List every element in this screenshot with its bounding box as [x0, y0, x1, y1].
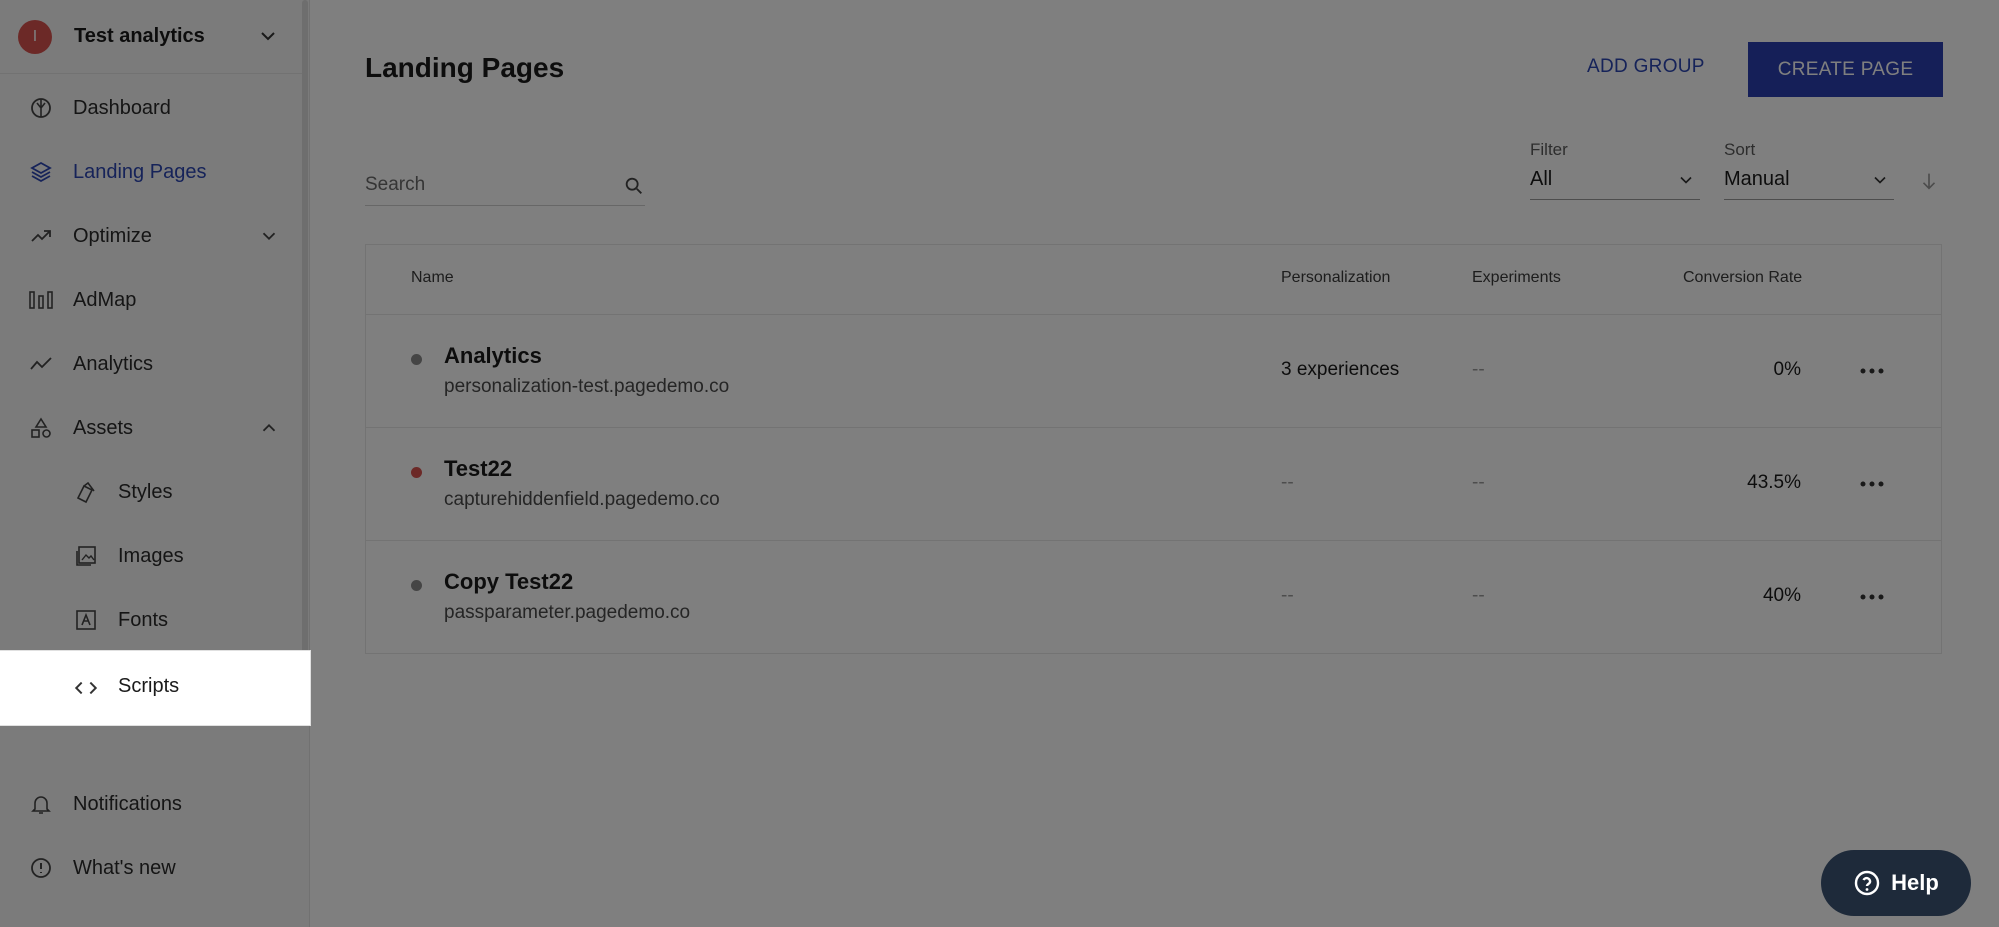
status-dot — [411, 467, 422, 478]
layers-icon — [28, 159, 54, 185]
sidebar-item-label: Images — [118, 544, 184, 567]
sidebar-item-label: Scripts — [118, 675, 180, 697]
sort-direction-icon[interactable] — [1918, 170, 1940, 192]
sidebar-item-label: Dashboard — [73, 96, 171, 119]
conversion-rate-value: 40% — [1762, 585, 1801, 606]
filter-caption: Filter — [1530, 140, 1568, 159]
sidebar-item-optimize[interactable]: Optimize — [0, 208, 302, 264]
table-header: Name Personalization Experiments Convers… — [366, 245, 1941, 315]
sidebar-item-label: What's new — [73, 856, 176, 879]
page-name[interactable]: Test22 — [444, 456, 512, 482]
chevron-down-icon[interactable] — [258, 225, 280, 247]
sidebar-item-label: AdMap — [73, 288, 137, 311]
personalization-value: 3 experiences — [1281, 359, 1400, 380]
sidebar-item-notifications[interactable]: Notifications — [0, 776, 302, 832]
add-group-button[interactable]: ADD GROUP — [1587, 56, 1705, 78]
column-header-experiments[interactable]: Experiments — [1472, 269, 1561, 287]
sidebar-item-landing-pages[interactable]: Landing Pages — [0, 144, 302, 200]
sort-caption: Sort — [1724, 140, 1756, 159]
dashboard-icon — [28, 95, 54, 121]
workspace-switcher[interactable]: I Test analytics — [0, 0, 302, 74]
sidebar-item-label: Fonts — [118, 608, 169, 631]
page-title: Landing Pages — [365, 52, 565, 83]
sidebar-item-analytics[interactable]: Analytics — [0, 336, 302, 392]
sort-select[interactable]: Sort Manual — [1724, 140, 1894, 200]
info-icon — [28, 855, 54, 881]
column-header-name[interactable]: Name — [411, 269, 454, 287]
help-label: Help — [1891, 870, 1939, 895]
search-placeholder: Search — [365, 174, 426, 195]
chevron-down-icon — [1874, 176, 1886, 184]
table-row[interactable]: Analytics personalization-test.pagedemo.… — [366, 315, 1941, 428]
chevron-down-icon — [1680, 176, 1692, 184]
page-url: capturehiddenfield.pagedemo.co — [444, 489, 720, 510]
shapes-icon — [28, 415, 54, 441]
page-url: personalization-test.pagedemo.co — [444, 376, 730, 397]
styles-icon — [73, 479, 99, 505]
sidebar-item-label: Styles — [118, 480, 173, 503]
experiments-value: -- — [1472, 585, 1485, 606]
sidebar-item-dashboard[interactable]: Dashboard — [0, 80, 302, 136]
sidebar-item-label: Assets — [73, 416, 134, 439]
page-url: passparameter.pagedemo.co — [444, 602, 691, 623]
page-name[interactable]: Analytics — [444, 343, 542, 369]
sidebar-item-styles[interactable]: Styles — [0, 464, 302, 520]
help-icon — [1854, 870, 1880, 896]
create-page-button[interactable]: CREATE PAGE — [1748, 42, 1943, 97]
column-header-conversion-rate[interactable]: Conversion Rate — [1683, 269, 1802, 287]
sort-value: Manual — [1724, 168, 1790, 190]
column-header-personalization[interactable]: Personalization — [1281, 269, 1390, 287]
landing-pages-table: Name Personalization Experiments Convers… — [365, 244, 1942, 654]
more-options-icon[interactable] — [1858, 359, 1886, 383]
table-row[interactable]: Test22 capturehiddenfield.pagedemo.co --… — [366, 428, 1941, 541]
table-row[interactable]: Copy Test22 passparameter.pagedemo.co --… — [366, 541, 1941, 654]
sidebar-item-whats-new[interactable]: What's new — [0, 840, 302, 896]
analytics-icon — [28, 351, 54, 377]
more-options-icon[interactable] — [1858, 472, 1886, 496]
chevron-up-icon[interactable] — [258, 417, 280, 439]
code-icon — [74, 681, 98, 695]
chevron-down-icon[interactable] — [256, 24, 280, 48]
sidebar-item-assets[interactable]: Assets — [0, 400, 302, 456]
sidebar-item-label: Landing Pages — [73, 160, 207, 183]
sidebar-item-fonts[interactable]: Fonts — [0, 592, 302, 648]
workspace-name: Test analytics — [74, 25, 205, 47]
filter-select[interactable]: Filter All — [1530, 140, 1700, 200]
search-input[interactable]: Search — [365, 166, 645, 206]
workspace-avatar: I — [18, 19, 52, 54]
more-options-icon[interactable] — [1858, 585, 1886, 609]
bell-icon — [28, 791, 54, 817]
personalization-value: -- — [1281, 585, 1294, 606]
font-icon — [73, 607, 99, 633]
sidebar-item-admap[interactable]: AdMap — [0, 272, 302, 328]
sidebar-item-images[interactable]: Images — [0, 528, 302, 584]
admap-icon — [28, 287, 54, 313]
sidebar-item-scripts[interactable]: Scripts — [0, 651, 310, 725]
sidebar: I Test analytics Dashboard Landing Pages… — [0, 0, 310, 927]
status-dot — [411, 354, 422, 365]
filter-value: All — [1530, 168, 1553, 190]
sidebar-item-label: Optimize — [73, 224, 152, 247]
sidebar-scrollbar[interactable] — [302, 0, 308, 720]
status-dot — [411, 580, 422, 591]
help-button[interactable]: Help — [1821, 850, 1971, 916]
conversion-rate-value: 0% — [1773, 359, 1801, 380]
conversion-rate-value: 43.5% — [1747, 472, 1801, 493]
images-icon — [73, 543, 99, 569]
main-content: Landing Pages ADD GROUP CREATE PAGE Sear… — [310, 0, 1999, 927]
experiments-value: -- — [1472, 359, 1485, 380]
sidebar-item-label: Analytics — [73, 352, 154, 375]
personalization-value: -- — [1281, 472, 1294, 493]
trend-icon — [28, 223, 54, 249]
sidebar-item-label: Notifications — [73, 792, 182, 815]
experiments-value: -- — [1472, 472, 1485, 493]
page-name[interactable]: Copy Test22 — [444, 569, 573, 595]
search-icon[interactable] — [623, 175, 645, 197]
